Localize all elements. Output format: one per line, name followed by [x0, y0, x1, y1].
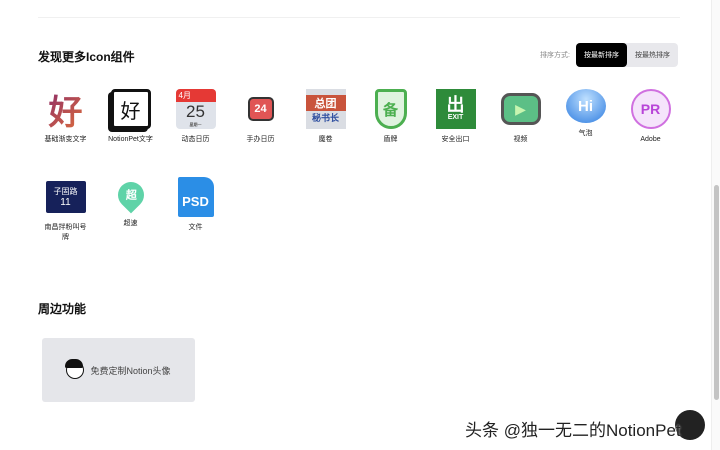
item-label: 动态日历: [181, 136, 210, 143]
item-label: 安全出口: [441, 136, 470, 143]
sort-newest-button[interactable]: 按最新排序: [576, 43, 627, 67]
banner-icon: 总团 秘书长: [305, 89, 346, 129]
banner-bottom: 秘书长: [311, 112, 339, 123]
banner-top: 总团: [305, 94, 346, 111]
icon-item-notionpet-text[interactable]: 好 NotionPet文字: [98, 89, 163, 177]
sort-hottest-button[interactable]: 按最热排序: [627, 43, 678, 67]
icon-item-number-plate[interactable]: 子固路 11 南昌拌粉叫号牌: [33, 177, 98, 265]
item-label: 气泡: [578, 130, 593, 137]
sort-label: 排序方式:: [540, 52, 570, 59]
item-label: 超速: [123, 220, 138, 227]
avatar-face-icon: [65, 359, 85, 379]
exit-sign-icon: 出 EXIT: [435, 89, 476, 129]
adobe-pr-icon: PR: [630, 89, 671, 129]
icon-item-adobe[interactable]: PR Adobe: [618, 89, 683, 177]
exit-text: EXIT: [447, 114, 464, 121]
icon-item-shield[interactable]: 备 盾牌: [358, 89, 423, 177]
notion-cube-icon: 好: [110, 89, 151, 129]
scrollbar-thumb[interactable]: [714, 185, 719, 400]
number-plate-icon: 子固路 11: [45, 181, 86, 213]
custom-avatar-card[interactable]: 免费定制Notion头像: [42, 338, 195, 402]
card-label: 免费定制Notion头像: [90, 365, 171, 376]
plate-number: 11: [60, 197, 71, 208]
divider: [38, 17, 680, 18]
shield-icon: 备: [374, 89, 407, 129]
plate-street: 子固路: [53, 187, 78, 196]
gradient-text-icon: 好: [46, 89, 86, 132]
sort-control: 排序方式: 按最新排序 按最热排序: [540, 43, 678, 67]
calendar-day: 25: [186, 102, 205, 121]
item-label: Adobe: [640, 136, 661, 143]
scrollbar[interactable]: [711, 0, 720, 450]
item-label: NotionPet文字: [108, 136, 153, 143]
map-pin-icon: 超: [112, 176, 149, 214]
icon-item-gradient-text[interactable]: 好 基础渐变文字: [33, 89, 98, 177]
section-title-extra: 周边功能: [38, 302, 87, 316]
calendar-weekday: 星期一: [189, 122, 202, 127]
calendar-icon: 4月 25 星期一: [175, 89, 216, 129]
icon-item-figure-calendar[interactable]: 24 手办日历: [228, 89, 293, 177]
psd-file-icon: PSD: [177, 177, 214, 217]
exit-glyph: 出: [446, 95, 465, 115]
item-label: 南昌拌粉叫号牌: [44, 224, 87, 241]
item-label: 魔卷: [318, 136, 333, 143]
section-title-icons: 发现更多Icon组件: [38, 50, 135, 64]
item-label: 视频: [513, 136, 528, 143]
icon-item-video[interactable]: ▶ 视频: [488, 89, 553, 177]
icon-grid: 好 基础渐变文字 好 NotionPet文字 4月 25 星期一 动态日历 24…: [33, 89, 693, 265]
watermark: 头条 @独一无二的NotionPet: [465, 421, 681, 440]
icon-item-bubble[interactable]: Hi 气泡: [553, 89, 618, 177]
icon-item-banner[interactable]: 总团 秘书长 魔卷: [293, 89, 358, 177]
item-label: 文件: [188, 224, 203, 231]
calendar-month: 4月: [175, 89, 216, 102]
item-label: 基础渐变文字: [44, 136, 87, 143]
video-play-icon: ▶: [500, 93, 541, 125]
icon-item-speeding[interactable]: 超 超速: [98, 176, 163, 265]
desk-calendar-icon: 24: [247, 97, 274, 121]
icon-item-file[interactable]: PSD 文件: [163, 177, 228, 265]
icon-item-exit[interactable]: 出 EXIT 安全出口: [423, 89, 488, 177]
speech-bubble-icon: Hi: [565, 89, 606, 123]
item-label: 手办日历: [246, 136, 275, 143]
icon-item-dynamic-calendar[interactable]: 4月 25 星期一 动态日历: [163, 89, 228, 177]
pin-glyph: 超: [125, 190, 136, 202]
item-label: 盾牌: [383, 136, 398, 143]
